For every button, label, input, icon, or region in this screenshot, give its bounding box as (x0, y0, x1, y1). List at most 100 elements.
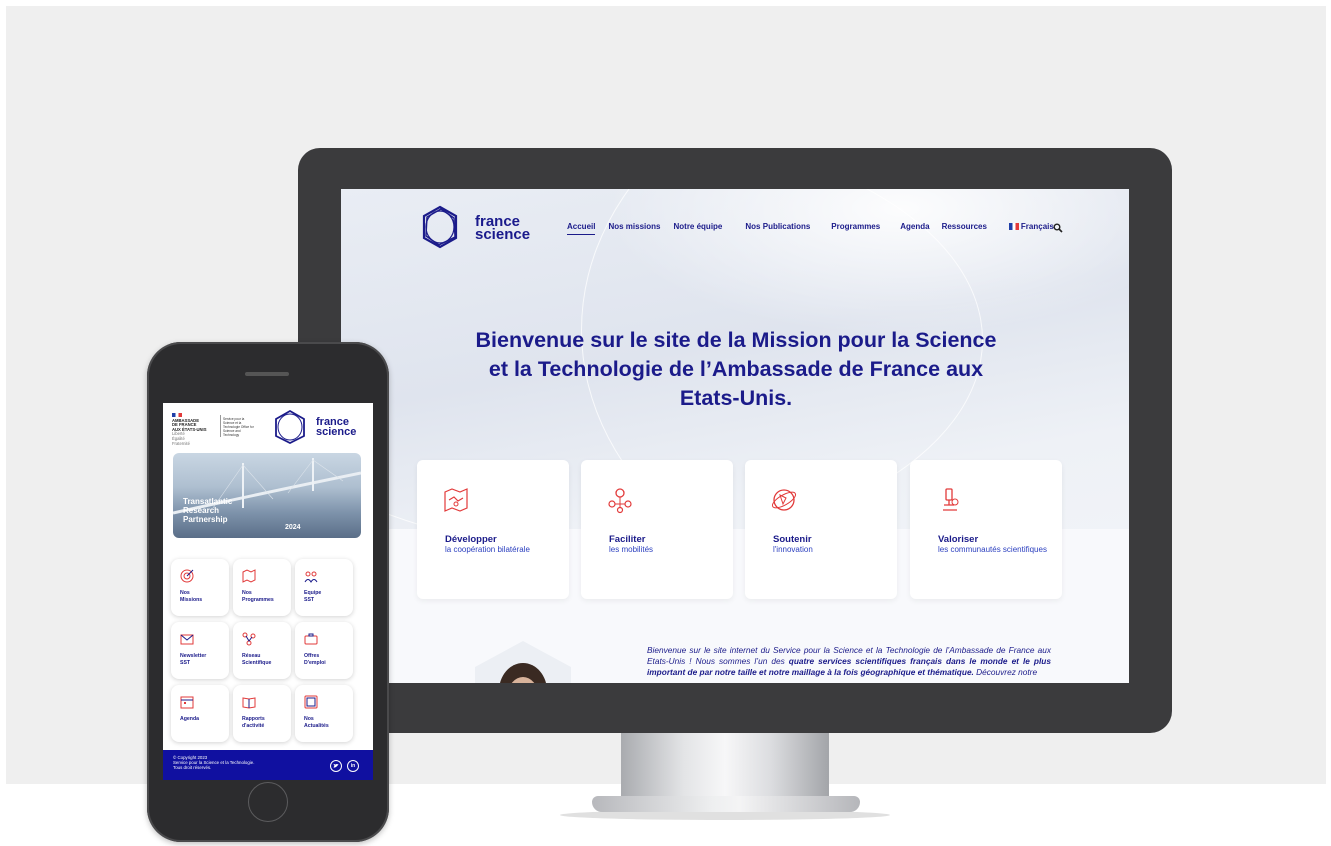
card-title: Faciliter (609, 534, 646, 545)
card-subtitle: l'innovation (773, 545, 813, 554)
card-developper[interactable]: Développer la coopération bilatérale (417, 460, 569, 599)
intro-paragraph: Bienvenue sur le site internet du Servic… (647, 645, 1051, 678)
home-button[interactable] (248, 782, 288, 822)
logo-line-science: science (475, 226, 531, 243)
banner-line: Transatlantic (183, 497, 233, 506)
language-label: Français (1020, 222, 1054, 231)
card-faciliter[interactable]: Faciliter les mobilités (581, 460, 733, 599)
tile-label: Nos Actualités (304, 716, 348, 729)
ambassade-motto: Fraternité (172, 440, 190, 446)
tile-rapports-activite[interactable]: Rapports d'activité (233, 685, 291, 742)
tile-agenda[interactable]: Agenda (171, 685, 229, 742)
tile-nos-programmes[interactable]: Nos Programmes (233, 559, 291, 616)
book-icon (242, 697, 256, 709)
logo-line-science: science (316, 426, 357, 438)
france-science-logo-icon[interactable] (273, 409, 307, 445)
card-subtitle: les communautés scientifiques (938, 545, 1047, 554)
tile-label-line: D'emploi (304, 659, 326, 666)
mobile-header: AMBASSADE DE FRANCE AUX ÉTATS-UNIS Liber… (163, 403, 373, 451)
monitor-stand-neck (621, 733, 829, 803)
tile-label: Offres D'emploi (304, 653, 348, 666)
map-icon (242, 569, 256, 583)
nav-notre-equipe[interactable]: Notre équipe (673, 222, 722, 235)
tile-newsletter-sst[interactable]: Newsletter SST (171, 622, 229, 679)
bridge-photo (173, 458, 361, 515)
tile-equipe-sst[interactable]: Equipe SST (295, 559, 353, 616)
tile-label: Newsletter SST (180, 653, 224, 666)
tile-label-line: Programmes (242, 596, 274, 603)
calendar-icon (180, 696, 194, 709)
handshake-map-icon (444, 488, 468, 512)
footer-line: Tous droit réservés. (173, 765, 212, 771)
location-network-icon (608, 488, 632, 514)
hero-title: Bienvenue sur le site de la Mission pour… (475, 328, 997, 410)
card-valoriser[interactable]: Valoriser les communautés scientifiques (910, 460, 1062, 599)
card-title: Développer (445, 534, 497, 545)
tile-label: Rapports d'activité (242, 716, 286, 729)
monitor-stand-base (592, 796, 860, 812)
card-subtitle: la coopération bilatérale (445, 545, 530, 554)
tile-label: Réseau Scientifique (242, 653, 286, 666)
nav-accueil[interactable]: Accueil (567, 222, 596, 235)
copyright-text: © Copyright 2023 Service pour la Science… (173, 755, 254, 771)
desktop-monitor: france science Accueil Nos missions Notr… (298, 148, 1172, 733)
target-icon (180, 569, 194, 583)
header-divider (220, 415, 221, 437)
main-menu: Accueil Nos missions Notre équipe Nos Pu… (567, 222, 1054, 235)
partnership-banner[interactable]: Transatlantic Research Partnership 2024 (173, 453, 361, 538)
desktop-screen: france science Accueil Nos missions Notr… (341, 189, 1129, 683)
tile-nos-missions[interactable]: Nos Missions (171, 559, 229, 616)
nav-nos-missions[interactable]: Nos missions (608, 222, 660, 235)
tile-label-line: Missions (180, 596, 203, 603)
tile-label: Agenda (180, 716, 224, 723)
banner-year: 2024 (285, 524, 301, 531)
twitter-icon[interactable] (330, 760, 342, 772)
tile-label-line: Actualités (304, 722, 329, 729)
banner-line: Research (183, 506, 220, 515)
tile-label-line: Agenda (180, 716, 200, 722)
nav-nos-publications[interactable]: Nos Publications (745, 222, 810, 235)
tile-label: Nos Programmes (242, 590, 286, 603)
marianne-flag-icon (172, 413, 182, 417)
microscope-icon (943, 488, 959, 511)
tile-label: Nos Missions (180, 590, 224, 603)
network-icon (242, 632, 256, 646)
tile-label-line: Scientifique (242, 659, 272, 666)
mobile-phone: AMBASSADE DE FRANCE AUX ÉTATS-UNIS Liber… (147, 342, 389, 842)
linkedin-icon[interactable]: in (347, 760, 359, 772)
intro-text-end: Découvrez notre (973, 667, 1038, 677)
mobile-logo-text[interactable]: france science (316, 417, 357, 438)
mobile-screen: AMBASSADE DE FRANCE AUX ÉTATS-UNIS Liber… (163, 403, 373, 780)
tile-offres-emploi[interactable]: Offres D'emploi (295, 622, 353, 679)
card-soutenir[interactable]: Soutenir l'innovation (745, 460, 897, 599)
search-icon[interactable] (1053, 223, 1063, 233)
service-label: Service pour la Science et la Technologi… (223, 417, 254, 437)
tile-nos-actualites[interactable]: Nos Actualités (295, 685, 353, 742)
france-science-logo-icon[interactable] (419, 204, 461, 250)
top-navigation: france science Accueil Nos missions Notr… (341, 189, 1129, 269)
news-icon (304, 695, 318, 709)
card-subtitle: les mobilités (609, 545, 654, 554)
french-flag-icon (1008, 223, 1019, 230)
team-icon (304, 571, 318, 583)
tile-label-line: SST (180, 659, 191, 666)
tile-reseau-scientifique[interactable]: Réseau Scientifique (233, 622, 291, 679)
banner-text: Transatlantic Research Partnership (183, 497, 232, 524)
tile-label-line: SST (304, 596, 315, 603)
mobile-footer: © Copyright 2023 Service pour la Science… (163, 750, 373, 780)
ambassade-logo[interactable]: AMBASSADE DE FRANCE AUX ÉTATS-UNIS Liber… (172, 413, 207, 446)
staff-portrait-image (475, 641, 571, 683)
linkedin-label: in (350, 763, 356, 769)
phone-speaker (245, 372, 289, 376)
nav-ressources[interactable]: Ressources (942, 222, 987, 235)
briefcase-icon (304, 633, 318, 645)
nav-programmes[interactable]: Programmes (831, 222, 880, 235)
language-selector[interactable]: Français (1008, 222, 1054, 235)
tile-label-line: d'activité (242, 722, 265, 729)
card-title: Soutenir (773, 534, 812, 545)
tile-label: Equipe SST (304, 590, 348, 603)
site-logo-text[interactable]: france science (475, 214, 531, 243)
nav-agenda[interactable]: Agenda (900, 222, 929, 235)
card-title: Valoriser (938, 534, 979, 545)
envelope-icon (180, 634, 194, 645)
